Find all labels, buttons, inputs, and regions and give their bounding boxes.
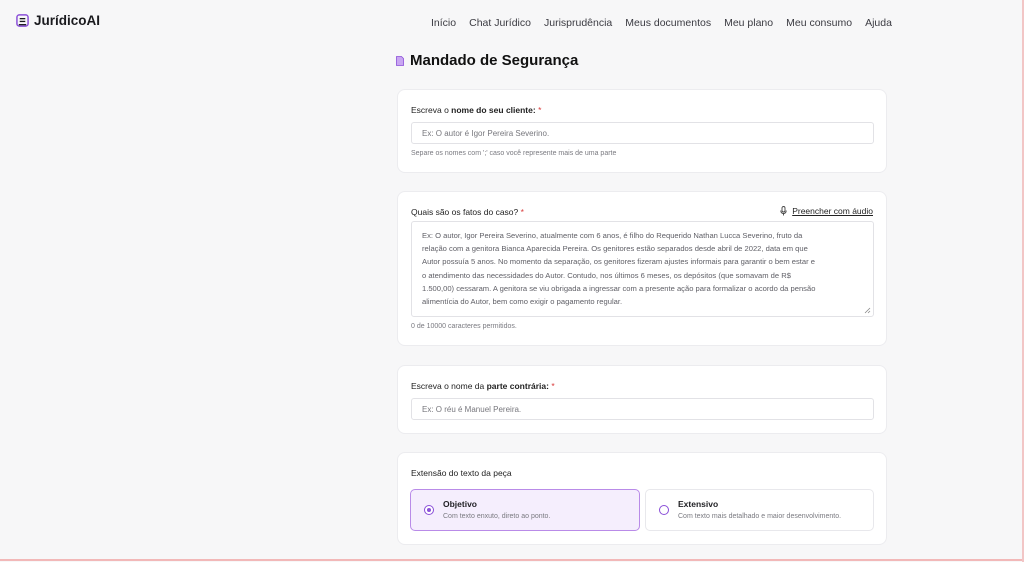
client-label-bold: nome do seu cliente: <box>451 105 536 115</box>
opposing-party-placeholder: Ex: O réu é Manuel Pereira. <box>422 405 522 414</box>
client-name-label: Escreva o nome do seu cliente: * <box>411 105 541 115</box>
option-objetivo[interactable]: Objetivo Com texto enxuto, direto ao pon… <box>410 489 640 531</box>
option-extensivo-desc: Com texto mais detalhado e maior desenvo… <box>678 513 842 520</box>
fill-with-audio-label: Preencher com áudio <box>792 206 873 216</box>
opposing-label-pre: Escreva o nome da <box>411 381 487 391</box>
app-name: JurídicoAI <box>34 13 101 28</box>
resize-handle-icon[interactable] <box>864 307 871 314</box>
text-extension-label: Extensão do texto da peça <box>411 468 512 478</box>
facts-placeholder-line: o atendimento das necessidades do Autor.… <box>422 270 791 280</box>
facts-card: Quais são os fatos do caso? * Preencher … <box>397 191 887 346</box>
nav-item-meu-plano[interactable]: Meu plano <box>724 17 773 29</box>
opposing-party-label: Escreva o nome da parte contrária: * <box>411 381 555 391</box>
facts-textarea[interactable]: Ex: O autor, Igor Pereira Severino, atua… <box>411 221 874 317</box>
text-extension-card: Extensão do texto da peça Objetivo Com t… <box>397 452 887 545</box>
microphone-icon <box>780 206 787 216</box>
client-name-hint: Separe os nomes com ';' caso você repres… <box>411 150 617 157</box>
client-name-card: Escreva o nome do seu cliente: * Ex: O a… <box>397 89 887 173</box>
opposing-party-card: Escreva o nome da parte contrária: * Ex:… <box>397 365 887 434</box>
document-icon <box>396 55 404 66</box>
required-mark: * <box>520 207 524 217</box>
page-title-text: Mandado de Segurança <box>410 52 579 69</box>
facts-char-counter: 0 de 10000 caracteres permitidos. <box>411 323 517 330</box>
app-logo[interactable]: JurídicoAI <box>16 13 100 28</box>
opposing-label-bold: parte contrária: <box>486 381 549 391</box>
option-extensivo[interactable]: Extensivo Com texto mais detalhado e mai… <box>645 489 874 531</box>
client-name-input[interactable]: Ex: O autor é Igor Pereira Severino. <box>411 122 874 144</box>
nav-item-chat-juridico[interactable]: Chat Jurídico <box>469 17 531 29</box>
facts-label-text: Quais são os fatos do caso? <box>411 207 519 217</box>
fill-with-audio-link[interactable]: Preencher com áudio <box>780 206 873 216</box>
facts-placeholder-line: relação com a genitora Bianca Aparecida … <box>422 244 808 254</box>
facts-placeholder-line: 1.500,00) cessaram. A genitora se viu ob… <box>422 283 816 293</box>
required-mark: * <box>551 381 555 391</box>
page-title: Mandado de Segurança <box>396 52 578 69</box>
opposing-party-input[interactable]: Ex: O réu é Manuel Pereira. <box>411 398 874 420</box>
nav-item-ajuda[interactable]: Ajuda <box>865 17 892 29</box>
facts-placeholder-line: Ex: O autor, Igor Pereira Severino, atua… <box>422 231 803 240</box>
radio-objetivo[interactable] <box>424 505 434 515</box>
top-nav: Início Chat Jurídico Jurisprudência Meus… <box>431 17 905 29</box>
client-label-pre: Escreva o <box>411 105 452 115</box>
radio-extensivo[interactable] <box>659 505 669 515</box>
nav-item-meu-consumo[interactable]: Meu consumo <box>786 17 852 29</box>
nav-item-inicio[interactable]: Início <box>431 17 456 29</box>
option-objetivo-title: Objetivo <box>443 499 478 509</box>
logo-icon <box>16 14 29 27</box>
required-mark: * <box>538 105 542 115</box>
facts-label: Quais são os fatos do caso? * <box>411 207 524 217</box>
bottom-border <box>0 559 1024 561</box>
option-extensivo-title: Extensivo <box>678 499 719 509</box>
option-objetivo-desc: Com texto enxuto, direto ao ponto. <box>443 513 551 520</box>
facts-placeholder-line: alimentícia do Autor, bem como exigir o … <box>422 297 623 307</box>
nav-item-meus-documentos[interactable]: Meus documentos <box>625 17 711 29</box>
facts-placeholder-line: Autor possuía 5 anos. No momento da sepa… <box>422 257 815 267</box>
client-name-placeholder: Ex: O autor é Igor Pereira Severino. <box>422 129 550 138</box>
nav-item-jurisprudencia[interactable]: Jurisprudência <box>544 17 612 29</box>
